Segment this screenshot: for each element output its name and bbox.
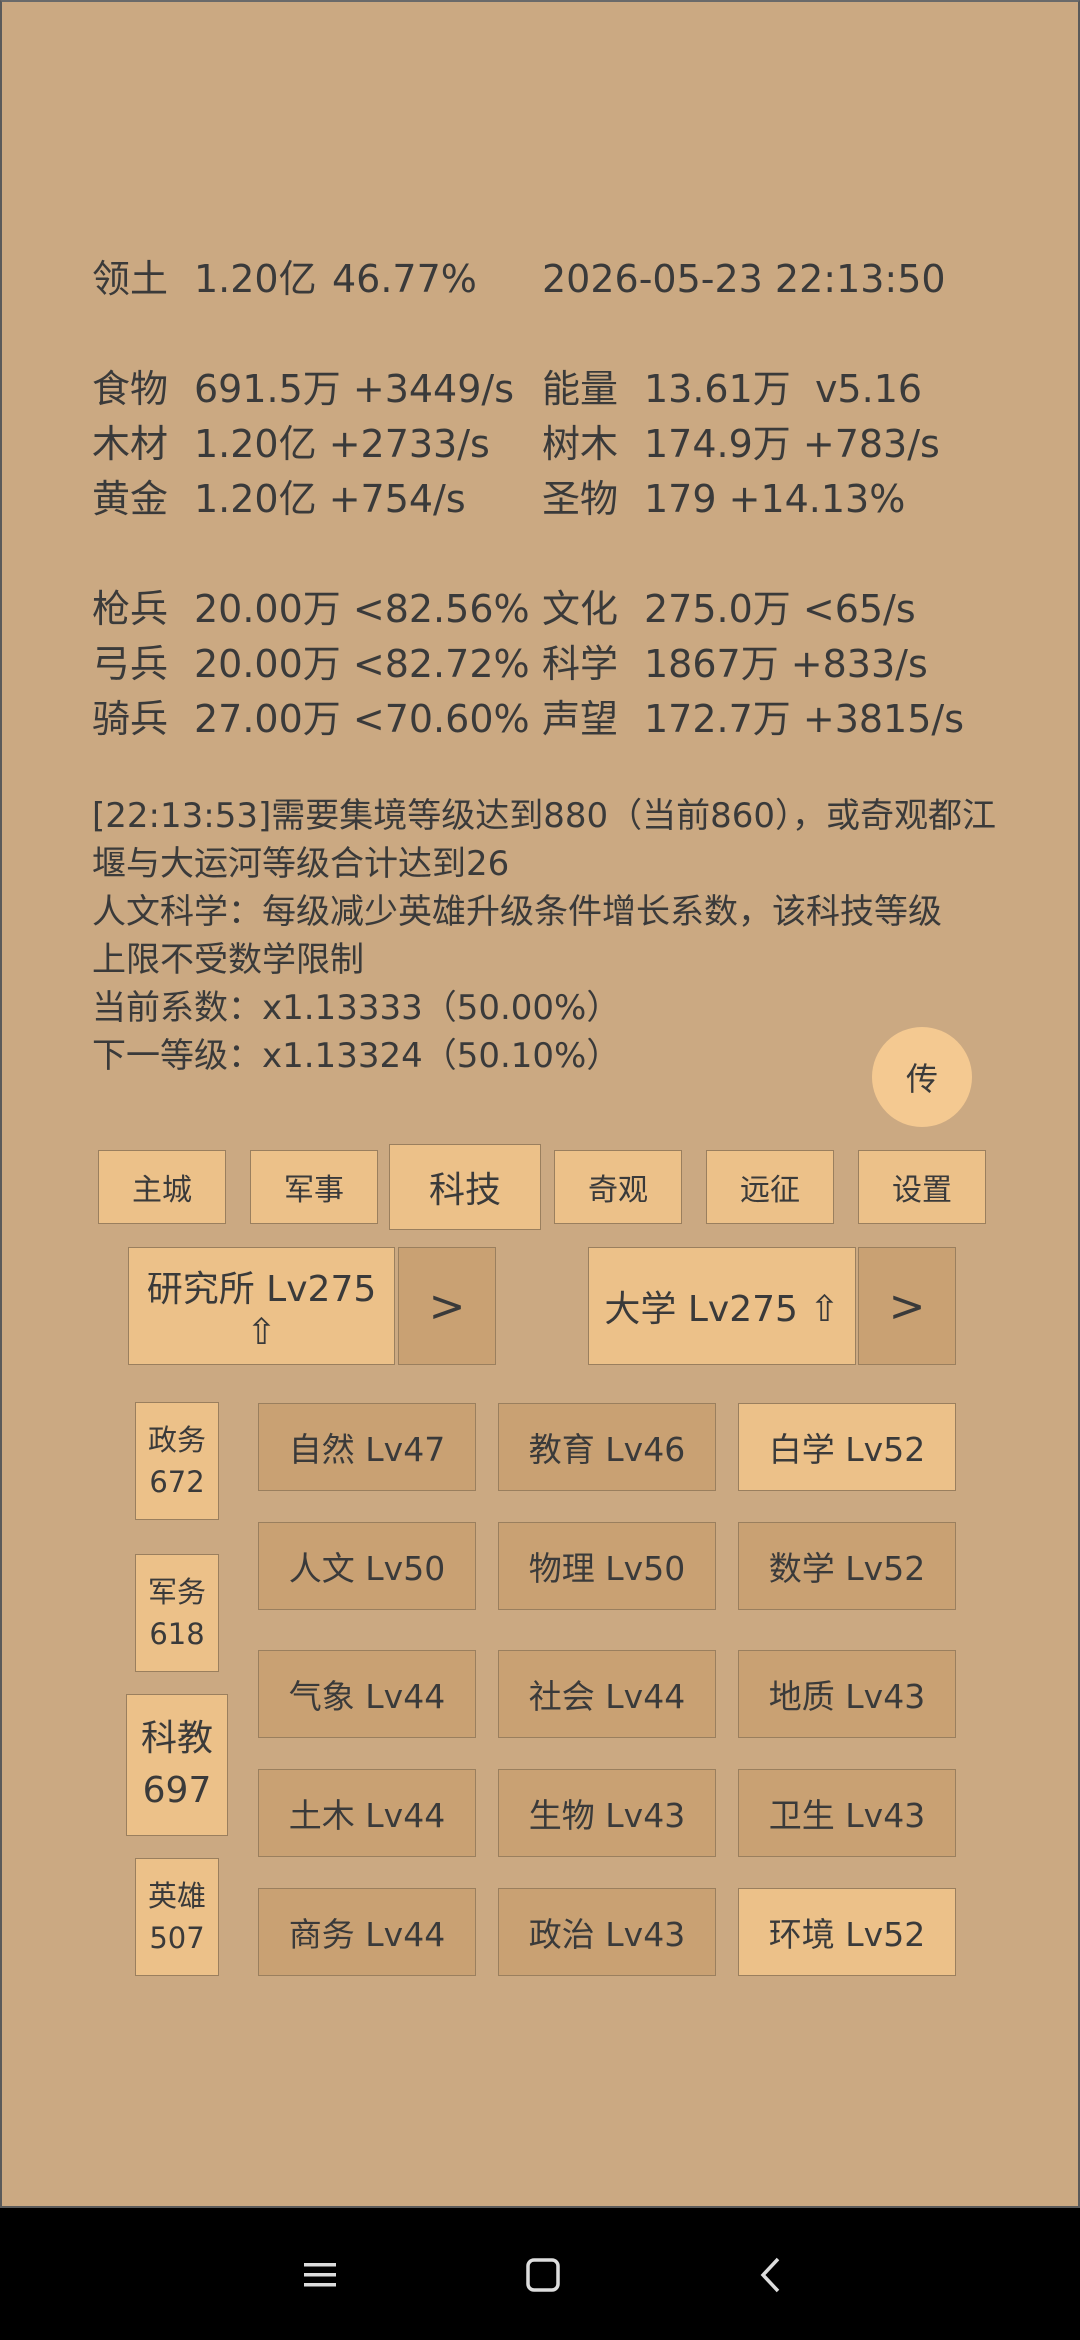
home-icon[interactable] [513, 2240, 573, 2310]
category-count: 618 [149, 1617, 205, 1651]
spearman-label: 枪兵 [92, 587, 169, 631]
menu-icon[interactable] [290, 2240, 350, 2310]
datetime: 2026-05-23 22:13:50 [542, 257, 946, 301]
category-count: 697 [142, 1770, 212, 1811]
tech-biology[interactable]: 生物 Lv43 [498, 1769, 716, 1857]
tech-commerce[interactable]: 商务 Lv44 [258, 1888, 476, 1976]
spearman-value: 20.00万 <82.56% [194, 587, 530, 631]
message-line: 下一等级：x1.13324（50.10%） [92, 1036, 621, 1076]
tab-technology[interactable]: 科技 [389, 1144, 541, 1230]
message-line: 上限不受数学限制 [92, 940, 364, 980]
tech-hygiene[interactable]: 卫生 Lv43 [738, 1769, 956, 1857]
category-education[interactable]: 科教 697 [126, 1694, 228, 1836]
territory-label: 领土 [92, 257, 169, 301]
relic-value: 179 +14.13% [644, 477, 906, 521]
tech-politics[interactable]: 政治 Lv43 [498, 1888, 716, 1976]
institute-upgrade-button[interactable]: 研究所 Lv275 ⇧ [128, 1247, 395, 1365]
university-upgrade-button[interactable]: 大学 Lv275 ⇧ [588, 1247, 856, 1365]
trees-value: 174.9万 +783/s [644, 422, 940, 466]
category-name: 英雄 [147, 1879, 206, 1913]
category-name: 政务 [147, 1423, 206, 1457]
game-screen: 领土 1.20亿 46.77% 2026-05-23 22:13:50 食物 6… [0, 0, 1080, 2208]
tech-math[interactable]: 数学 Lv52 [738, 1522, 956, 1610]
wood-value: 1.20亿 +2733/s [194, 422, 490, 466]
food-label: 食物 [92, 367, 169, 411]
tab-main-city[interactable]: 主城 [98, 1150, 226, 1224]
tech-self-study[interactable]: 白学 Lv52 [738, 1403, 956, 1491]
category-hero[interactable]: 英雄 507 [135, 1858, 219, 1976]
tab-wonders[interactable]: 奇观 [554, 1150, 682, 1224]
energy-label: 能量 [542, 367, 619, 411]
territory-value: 1.20亿 [194, 257, 317, 301]
prestige-value: 172.7万 +3815/s [644, 697, 965, 741]
culture-value: 275.0万 <65/s [644, 587, 916, 631]
science-label: 科学 [542, 642, 619, 686]
gold-value: 1.20亿 +754/s [194, 477, 466, 521]
message-line: 当前系数：x1.13333（50.00%） [92, 988, 621, 1028]
food-value: 691.5万 +3449/s [194, 367, 515, 411]
category-government[interactable]: 政务 672 [135, 1402, 219, 1520]
energy-value: 13.61万 v5.16 [644, 367, 923, 411]
tab-settings[interactable]: 设置 [858, 1150, 986, 1224]
institute-next-button[interactable]: > [398, 1247, 496, 1365]
relic-label: 圣物 [542, 477, 619, 521]
back-icon[interactable] [740, 2240, 800, 2310]
tech-education[interactable]: 教育 Lv46 [498, 1403, 716, 1491]
category-name: 军务 [147, 1575, 206, 1609]
tech-civil[interactable]: 土木 Lv44 [258, 1769, 476, 1857]
wood-label: 木材 [92, 422, 169, 466]
tech-geology[interactable]: 地质 Lv43 [738, 1650, 956, 1738]
prestige-label: 声望 [542, 697, 619, 741]
tab-expedition[interactable]: 远征 [706, 1150, 834, 1224]
archer-label: 弓兵 [92, 642, 169, 686]
tab-military[interactable]: 军事 [250, 1150, 378, 1224]
transfer-button[interactable]: 传 [872, 1027, 972, 1127]
cavalry-value: 27.00万 <70.60% [194, 697, 530, 741]
message-line: 堰与大运河等级合计达到26 [92, 844, 510, 884]
tech-environment[interactable]: 环境 Lv52 [738, 1888, 956, 1976]
tech-humanities[interactable]: 人文 Lv50 [258, 1522, 476, 1610]
category-count: 672 [149, 1465, 205, 1499]
category-name: 科教 [140, 1718, 213, 1759]
tech-physics[interactable]: 物理 Lv50 [498, 1522, 716, 1610]
message-line: [22:13:53]需要集境等级达到880（当前860），或奇观都江 [92, 796, 997, 836]
message-line: 人文科学：每级减少英雄升级条件增长系数，该科技等级 [92, 892, 942, 932]
tech-meteorology[interactable]: 气象 Lv44 [258, 1650, 476, 1738]
gold-label: 黄金 [92, 477, 169, 521]
tech-society[interactable]: 社会 Lv44 [498, 1650, 716, 1738]
cavalry-label: 骑兵 [92, 697, 169, 741]
trees-label: 树木 [542, 422, 619, 466]
tech-nature[interactable]: 自然 Lv47 [258, 1403, 476, 1491]
culture-label: 文化 [542, 587, 619, 631]
territory-percent: 46.77% [332, 257, 477, 301]
archer-value: 20.00万 <82.72% [194, 642, 530, 686]
science-value: 1867万 +833/s [644, 642, 928, 686]
category-count: 507 [149, 1921, 205, 1955]
category-military[interactable]: 军务 618 [135, 1554, 219, 1672]
university-next-button[interactable]: > [858, 1247, 956, 1365]
